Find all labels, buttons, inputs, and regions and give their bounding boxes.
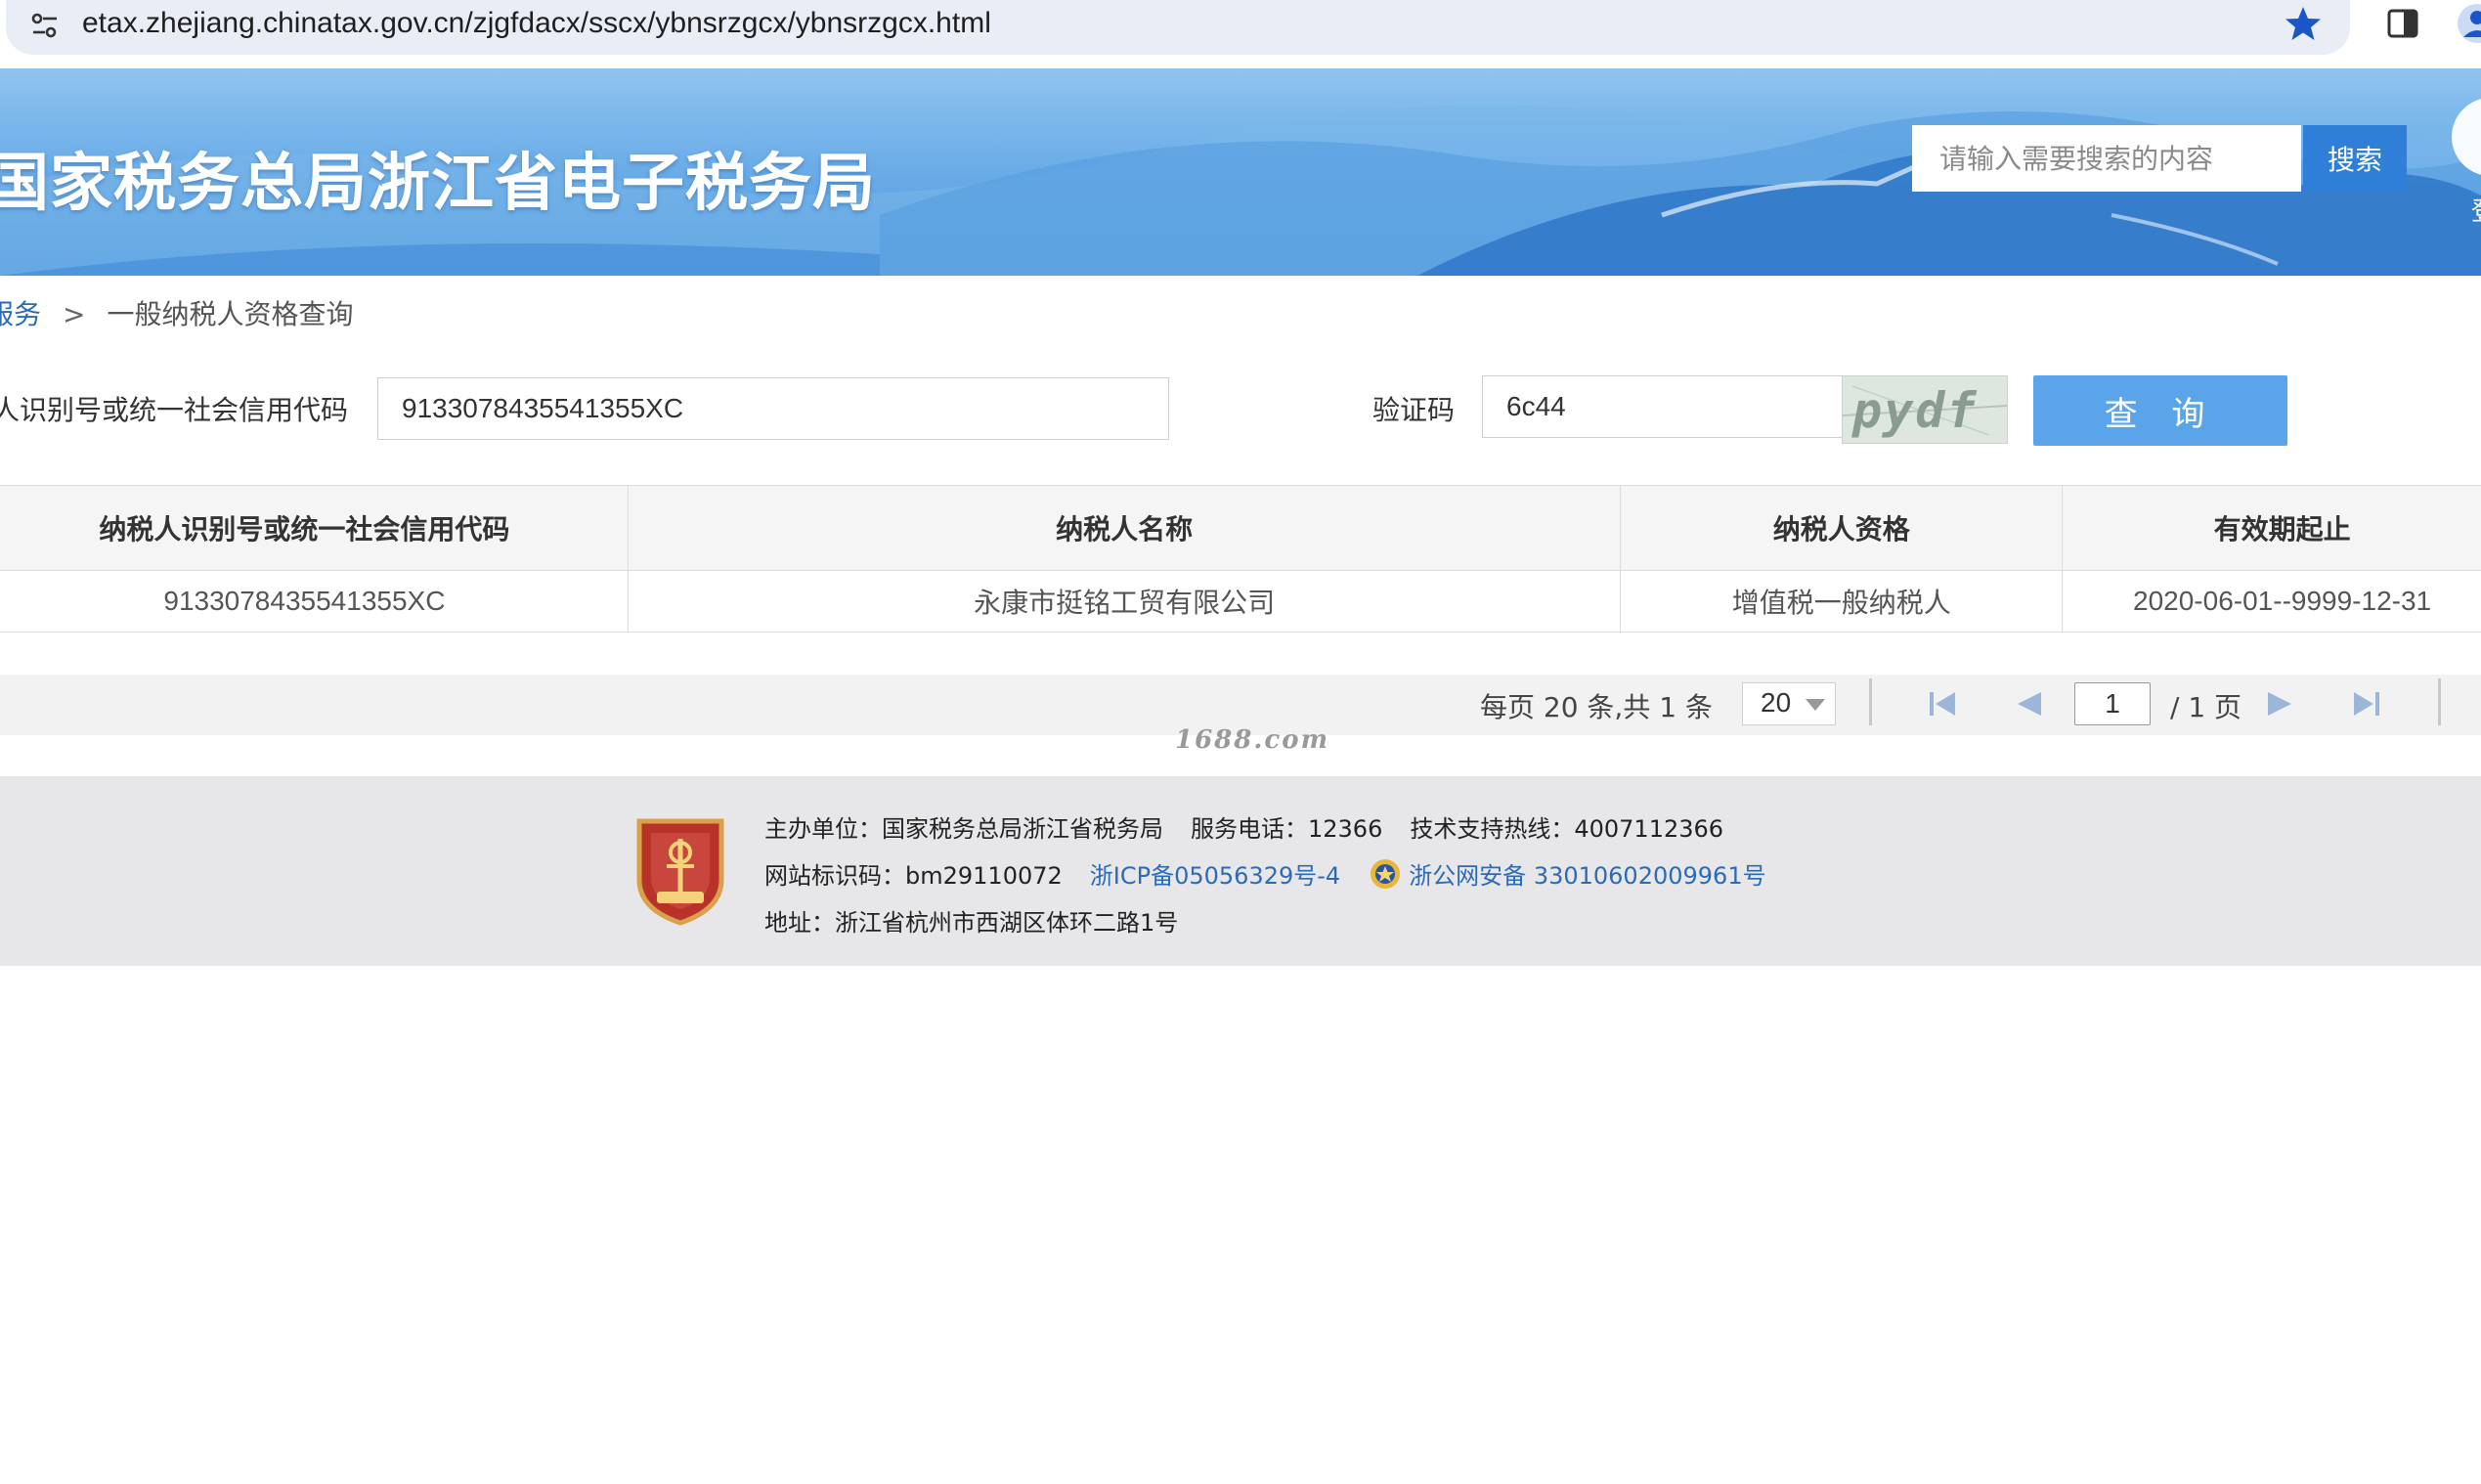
captcha-text: pydf [1852, 382, 1979, 439]
cell-name: 永康市挺铭工贸有限公司 [627, 570, 1622, 633]
login-label[interactable]: 登 [2471, 192, 2481, 228]
captcha-input[interactable] [1482, 375, 1844, 438]
captcha-label: 验证码 [1372, 394, 1456, 426]
footer-support-hotline: 技术支持热线：4007112366 [1410, 815, 1724, 843]
table-header-row: 纳税人识别号或统一社会信用代码 纳税人名称 纳税人资格 有效期起止 [0, 485, 2481, 571]
first-page-icon[interactable] [1924, 684, 1963, 723]
col-header-qualification: 纳税人资格 [1620, 485, 2064, 571]
total-pages: / 1 页 [2170, 691, 2242, 723]
col-header-taxid: 纳税人识别号或统一社会信用代码 [0, 485, 629, 571]
footer-site-id: 网站标识码：bm29110072 [764, 862, 1063, 890]
bookmark-star-icon[interactable] [2284, 4, 2323, 43]
footer-service-phone: 服务电话：12366 [1191, 815, 1383, 843]
taxid-label: 人识别号或统一社会信用代码 [0, 394, 349, 426]
next-page-icon[interactable] [2260, 684, 2299, 723]
search-button[interactable]: 搜索 [2303, 125, 2407, 192]
footer-sponsor: 主办单位：国家税务总局浙江省税务局 [764, 815, 1163, 843]
table-row: 9133078435541355XC 永康市挺铭工贸有限公司 增值税一般纳税人 … [0, 570, 2481, 633]
police-record-link[interactable]: 浙公网安备 33010602009961号 [1409, 862, 1765, 890]
site-footer: 主办单位：国家税务总局浙江省税务局 服务电话：12366 技术支持热线：400711… [0, 776, 2481, 966]
captcha-image[interactable]: pydf [1842, 375, 2008, 444]
url-text[interactable]: etax.zhejiang.chinatax.gov.cn/zjgfdacx/s… [82, 6, 991, 41]
page-size-select[interactable]: 20 [1742, 682, 1836, 725]
taxid-input[interactable] [377, 377, 1169, 440]
last-page-icon[interactable] [2346, 684, 2385, 723]
prev-page-icon[interactable] [2010, 684, 2049, 723]
pager-divider [2438, 678, 2441, 725]
cell-taxid: 9133078435541355XC [0, 570, 629, 633]
dropdown-arrow-icon [1806, 699, 1825, 711]
footer-address: 地址：浙江省杭州市西湖区体环二路1号 [764, 909, 1179, 937]
side-panel-icon[interactable] [2385, 6, 2420, 41]
footer-line-2: 网站标识码：bm29110072 浙ICP备05056329号-4 浙公网安备 3… [764, 856, 1766, 895]
col-header-name: 纳税人名称 [627, 485, 1622, 571]
profile-icon[interactable] [2452, 2, 2481, 45]
browser-toolbar: etax.zhejiang.chinatax.gov.cn/zjgfdacx/s… [0, 0, 2481, 68]
cell-qualification: 增值税一般纳税人 [1620, 570, 2064, 633]
icp-link[interactable]: 浙ICP备05056329号-4 [1090, 862, 1340, 890]
pagination-info: 每页 20 条,共 1 条 [1480, 691, 1713, 723]
current-page-input[interactable] [2074, 682, 2151, 725]
site-title: 国家税务总局浙江省电子税务局 [0, 148, 876, 220]
watermark-text: 1688.com [1175, 725, 1330, 755]
cell-validity: 2020-06-01--9999-12-31 [2062, 570, 2481, 633]
breadcrumb-parent-link[interactable]: 服务 [0, 298, 41, 330]
site-header-banner: 国家税务总局浙江省电子税务局 搜索 登 [0, 68, 2481, 276]
site-settings-icon[interactable] [27, 8, 63, 43]
page-size-value: 20 [1761, 687, 1792, 718]
results-table: 纳税人识别号或统一社会信用代码 纳税人名称 纳税人资格 有效期起止 913307… [0, 485, 2481, 633]
police-badge-icon [1371, 859, 1401, 889]
footer-line-1: 主办单位：国家税务总局浙江省税务局 服务电话：12366 技术支持热线：400711… [764, 809, 1723, 844]
query-button[interactable]: 查 询 [2033, 375, 2287, 446]
breadcrumb: 服务 > 一般纳税人资格查询 [0, 295, 354, 334]
tax-emblem-icon [636, 818, 724, 926]
site-search-input[interactable] [1912, 125, 2301, 192]
breadcrumb-separator: > [63, 298, 86, 330]
breadcrumb-current: 一般纳税人资格查询 [107, 298, 354, 330]
col-header-validity: 有效期起止 [2062, 485, 2481, 571]
pager-divider [1869, 678, 1872, 725]
address-bar[interactable]: etax.zhejiang.chinatax.gov.cn/zjgfdacx/s… [6, 0, 2350, 55]
